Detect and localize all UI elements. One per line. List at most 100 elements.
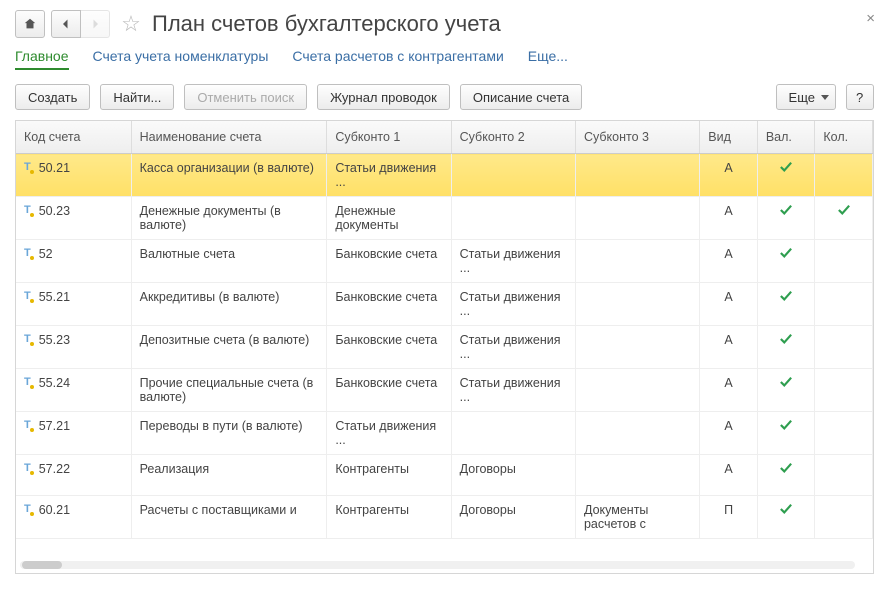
table-row[interactable]: T55.21Аккредитивы (в валюте)Банковские с… bbox=[16, 283, 873, 326]
help-button[interactable]: ? bbox=[846, 84, 874, 110]
cell-type: А bbox=[700, 283, 758, 326]
col-header-sub3[interactable]: Субконто 3 bbox=[575, 121, 699, 154]
nav-back-button[interactable] bbox=[51, 10, 81, 38]
horizontal-scrollbar[interactable] bbox=[20, 561, 855, 569]
cell-code: 55.21 bbox=[39, 290, 70, 304]
cell-sub1: Банковские счета bbox=[327, 326, 451, 369]
cell-val bbox=[757, 455, 815, 496]
home-button[interactable] bbox=[15, 10, 45, 38]
cell-sub3 bbox=[575, 455, 699, 496]
find-button[interactable]: Найти... bbox=[100, 84, 174, 110]
cell-sub1: Банковские счета bbox=[327, 283, 451, 326]
titlebar: ☆ План счетов бухгалтерского учета bbox=[15, 10, 874, 38]
nav-forward-button[interactable] bbox=[81, 10, 110, 38]
table-row[interactable]: T57.21Переводы в пути (в валюте)Статьи д… bbox=[16, 412, 873, 455]
tab-main[interactable]: Главное bbox=[15, 48, 69, 70]
col-header-qty[interactable]: Кол. bbox=[815, 121, 873, 154]
tab-more[interactable]: Еще... bbox=[528, 48, 568, 70]
arrow-right-icon bbox=[89, 18, 101, 30]
cell-code: 57.21 bbox=[39, 419, 70, 433]
cell-sub2: Договоры bbox=[451, 496, 575, 539]
cell-sub1: Статьи движения ... bbox=[327, 412, 451, 455]
table-row[interactable]: T52Валютные счетаБанковские счетаСтатьи … bbox=[16, 240, 873, 283]
more-menu-button[interactable]: Еще bbox=[776, 84, 836, 110]
cell-sub2 bbox=[451, 197, 575, 240]
col-header-name[interactable]: Наименование счета bbox=[131, 121, 327, 154]
table-row[interactable]: T50.21Касса организации (в валюте)Статьи… bbox=[16, 154, 873, 197]
arrow-left-icon bbox=[60, 18, 72, 30]
table-row[interactable]: T55.24Прочие специальные счета (в валюте… bbox=[16, 369, 873, 412]
cell-name: Касса организации (в валюте) bbox=[131, 154, 327, 197]
account-icon: T bbox=[24, 333, 31, 345]
cell-sub2 bbox=[451, 412, 575, 455]
account-icon: T bbox=[24, 503, 31, 515]
account-icon: T bbox=[24, 462, 31, 474]
cell-sub1: Контрагенты bbox=[327, 496, 451, 539]
scrollbar-thumb[interactable] bbox=[22, 561, 62, 569]
cell-qty bbox=[815, 326, 873, 369]
table-row[interactable]: T57.22РеализацияКонтрагентыДоговорыА bbox=[16, 455, 873, 496]
cell-name: Переводы в пути (в валюте) bbox=[131, 412, 327, 455]
cell-sub2: Статьи движения ... bbox=[451, 369, 575, 412]
tab-nomenclature[interactable]: Счета учета номенклатуры bbox=[93, 48, 269, 70]
cell-sub1: Контрагенты bbox=[327, 455, 451, 496]
check-icon bbox=[779, 503, 793, 515]
cell-type: А bbox=[700, 154, 758, 197]
account-icon: T bbox=[24, 290, 31, 302]
check-icon bbox=[779, 290, 793, 302]
tab-contragents[interactable]: Счета расчетов с контрагентами bbox=[292, 48, 503, 70]
cell-code: 57.22 bbox=[39, 462, 70, 476]
account-icon: T bbox=[24, 161, 31, 173]
col-header-val[interactable]: Вал. bbox=[757, 121, 815, 154]
cell-qty bbox=[815, 240, 873, 283]
create-button[interactable]: Создать bbox=[15, 84, 90, 110]
col-header-sub1[interactable]: Субконто 1 bbox=[327, 121, 451, 154]
cell-name: Валютные счета bbox=[131, 240, 327, 283]
home-icon bbox=[23, 17, 37, 31]
cell-val bbox=[757, 412, 815, 455]
accounts-table-wrap: Код счета Наименование счета Субконто 1 … bbox=[15, 120, 874, 574]
cell-val bbox=[757, 154, 815, 197]
cell-sub3 bbox=[575, 197, 699, 240]
col-header-sub2[interactable]: Субконто 2 bbox=[451, 121, 575, 154]
page-title: План счетов бухгалтерского учета bbox=[152, 11, 501, 37]
cell-type: А bbox=[700, 455, 758, 496]
cell-code: 50.23 bbox=[39, 204, 70, 218]
check-icon bbox=[779, 376, 793, 388]
cell-sub1: Банковские счета bbox=[327, 369, 451, 412]
table-row[interactable]: T60.21Расчеты с поставщиками иКонтрагент… bbox=[16, 496, 873, 539]
table-row[interactable]: T55.23Депозитные счета (в валюте)Банковс… bbox=[16, 326, 873, 369]
toolbar: Создать Найти... Отменить поиск Журнал п… bbox=[15, 84, 874, 110]
cell-name: Реализация bbox=[131, 455, 327, 496]
check-icon bbox=[779, 419, 793, 431]
account-icon: T bbox=[24, 376, 31, 388]
journal-button[interactable]: Журнал проводок bbox=[317, 84, 450, 110]
cell-name: Депозитные счета (в валюте) bbox=[131, 326, 327, 369]
check-icon bbox=[779, 161, 793, 173]
check-icon bbox=[837, 204, 851, 216]
cell-sub1: Банковские счета bbox=[327, 240, 451, 283]
cell-val bbox=[757, 240, 815, 283]
description-button[interactable]: Описание счета bbox=[460, 84, 582, 110]
close-button[interactable]: × bbox=[866, 10, 875, 27]
cancel-search-button: Отменить поиск bbox=[184, 84, 307, 110]
cell-sub3 bbox=[575, 412, 699, 455]
table-row[interactable]: T50.23Денежные документы (в валюте)Денеж… bbox=[16, 197, 873, 240]
cell-type: П bbox=[700, 496, 758, 539]
cell-qty bbox=[815, 369, 873, 412]
cell-type: А bbox=[700, 240, 758, 283]
cell-sub3 bbox=[575, 369, 699, 412]
cell-qty bbox=[815, 496, 873, 539]
col-header-type[interactable]: Вид bbox=[700, 121, 758, 154]
check-icon bbox=[779, 462, 793, 474]
cell-sub1: Статьи движения ... bbox=[327, 154, 451, 197]
cell-sub3 bbox=[575, 326, 699, 369]
cell-type: А bbox=[700, 412, 758, 455]
cell-val bbox=[757, 369, 815, 412]
cell-sub2: Статьи движения ... bbox=[451, 240, 575, 283]
cell-val bbox=[757, 283, 815, 326]
col-header-code[interactable]: Код счета bbox=[16, 121, 131, 154]
cell-code: 60.21 bbox=[39, 503, 70, 517]
favorite-star-icon[interactable]: ☆ bbox=[120, 13, 142, 35]
cell-sub2: Статьи движения ... bbox=[451, 326, 575, 369]
